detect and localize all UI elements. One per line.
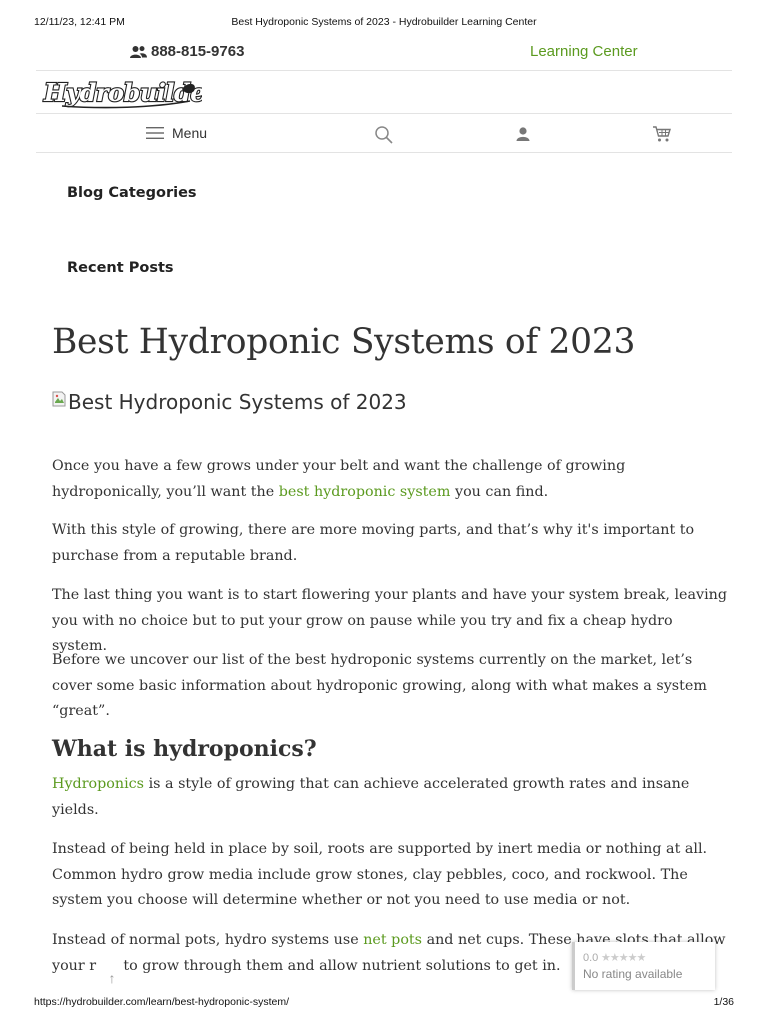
best-hydroponic-system-link[interactable]: best hydroponic system [279,484,451,500]
nav-bar: Menu [36,114,732,153]
search-icon [375,126,393,144]
hydrobuilder-logo-icon: Hydrobuilder [42,77,222,109]
top-bar: 888-815-9763 Learning Center [36,40,732,71]
recent-posts-toggle[interactable]: Recent Posts [67,260,174,276]
phone-link[interactable]: 888-815-9763 [130,43,244,60]
print-header: 12/11/23, 12:41 PM Best Hydroponic Syste… [34,16,734,30]
account-button[interactable] [514,125,532,148]
logo-row: Hydrobuilder [36,71,732,114]
hydrobuilder-logo[interactable]: Hydrobuilder [42,75,222,116]
user-icon [516,127,530,141]
page-title: Best Hydroponic Systems of 2023 [52,322,636,362]
paragraph-hydroponics-definition: Hydroponics is a style of growing that c… [52,772,732,823]
scroll-to-top-button[interactable]: ↑ [102,970,122,992]
rating-text: No rating available [583,967,683,981]
menu-button[interactable]: Menu [146,125,207,141]
learning-center-link[interactable]: Learning Center [530,43,638,60]
rating-stars-icon: ★★★★★ [601,952,646,964]
hydroponics-link[interactable]: Hydroponics [52,776,144,792]
section-title-what-is-hydroponics: What is hydroponics? [52,736,317,762]
paragraph-text: you can find. [450,483,549,500]
article-hero-image: Best Hydroponic Systems of 2023 [52,390,407,414]
paragraph-before-list: Before we uncover our list of the best h… [52,652,707,719]
rating-widget[interactable]: 0.0 ★★★★★ No rating available [572,942,715,990]
rating-score: 0.0 [583,952,599,964]
hamburger-icon [146,127,164,139]
users-icon [130,45,147,58]
print-page-number: 1/36 [713,996,734,1008]
search-button[interactable] [374,125,394,150]
print-doc-title: Best Hydroponic Systems of 2023 - Hydrob… [231,16,537,28]
print-footer: https://hydrobuilder.com/learn/best-hydr… [34,996,734,1010]
image-alt-text: Best Hydroponic Systems of 2023 [68,390,407,414]
cart-button[interactable] [652,125,672,148]
paragraph-text: Instead of normal pots, hydro systems us… [52,932,364,948]
cart-icon [653,126,671,142]
net-pots-link[interactable]: net pots [363,932,422,948]
print-url: https://hydrobuilder.com/learn/best-hydr… [34,996,290,1008]
paragraph-text: is a style of growing that can achieve a… [52,776,690,818]
menu-label: Menu [172,125,208,141]
phone-number: 888-815-9763 [151,43,245,60]
broken-image-icon [52,391,66,407]
paragraph-intro: Once you have a few grows under your bel… [52,454,732,505]
paragraph-text: your r to grow through them and allow nu… [52,957,561,974]
paragraph-moving-parts: With this style of growing, there are mo… [52,522,695,564]
blog-categories-toggle[interactable]: Blog Categories [67,185,197,201]
paragraph-grow-media: Instead of being held in place by soil, … [52,841,708,908]
